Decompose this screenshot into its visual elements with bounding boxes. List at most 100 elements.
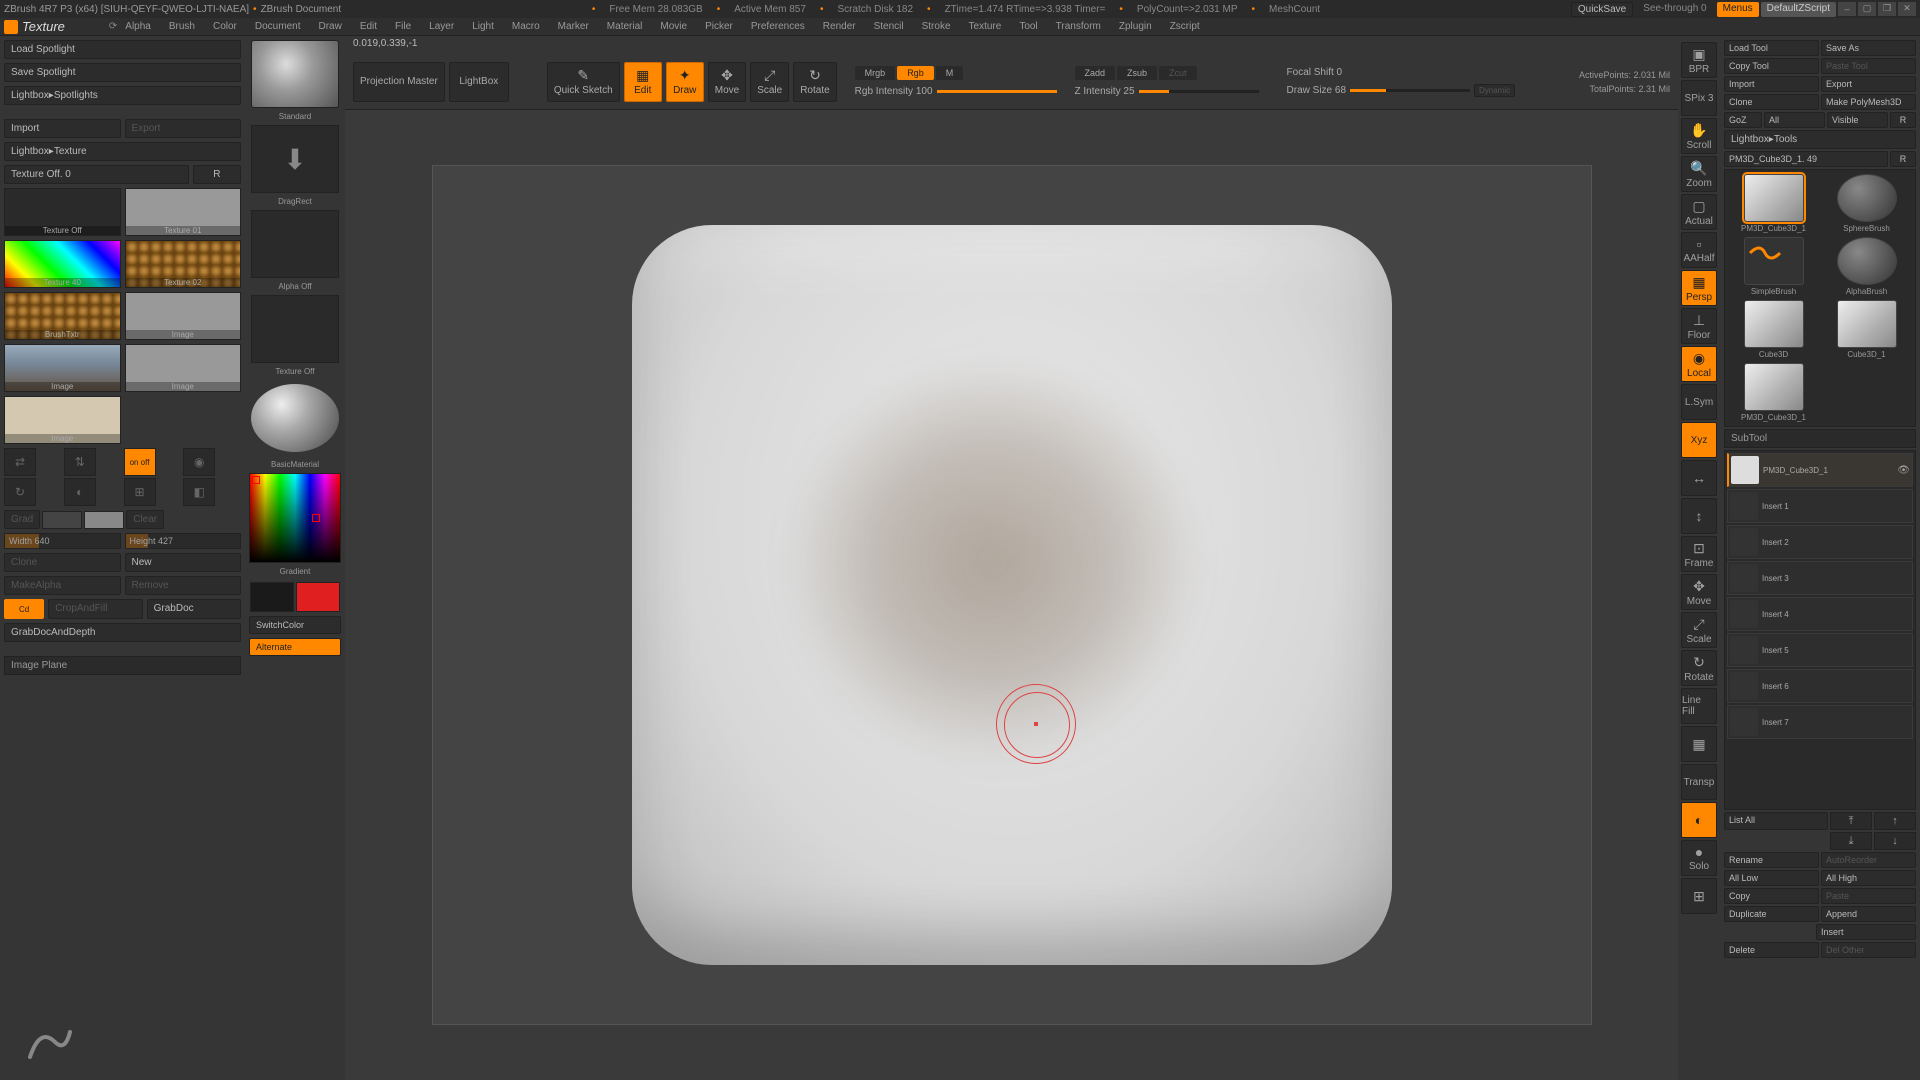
rotate-icon[interactable]: ↻	[4, 478, 36, 506]
goz-all-button[interactable]: All	[1764, 112, 1825, 128]
tool-clone-button[interactable]: Clone	[1724, 94, 1819, 110]
texture-thumb[interactable]: Texture Off	[4, 188, 121, 236]
grabdocdepth-button[interactable]: GrabDocAndDepth	[4, 623, 241, 642]
texture-r-button[interactable]: R	[193, 165, 241, 184]
goz-r-button[interactable]: R	[1890, 112, 1916, 128]
tool-export-button[interactable]: Export	[1821, 76, 1916, 92]
del-other-button[interactable]: Del Other	[1821, 942, 1916, 958]
autoreorder-button[interactable]: AutoReorder	[1821, 852, 1916, 868]
alpha-thumb[interactable]	[251, 210, 339, 278]
ghost-button[interactable]: ◐	[1681, 802, 1717, 838]
quicksketch-button[interactable]: ✎Quick Sketch	[547, 62, 620, 102]
actual-button[interactable]: ▢Actual	[1681, 194, 1717, 230]
tool-item[interactable]	[1837, 300, 1897, 348]
insert-button[interactable]: Insert	[1816, 924, 1916, 940]
duplicate-button[interactable]: Duplicate	[1724, 906, 1819, 922]
subtool-header[interactable]: SubTool	[1724, 429, 1916, 448]
menu-zplugin[interactable]: Zplugin	[1111, 19, 1160, 34]
tool-item[interactable]	[1744, 174, 1804, 222]
tool-item[interactable]	[1837, 237, 1897, 285]
menu-light[interactable]: Light	[464, 19, 502, 34]
adjust-icon[interactable]: ◧	[183, 478, 215, 506]
menu-macro[interactable]: Macro	[504, 19, 548, 34]
default-zscript[interactable]: DefaultZScript	[1761, 2, 1836, 17]
menu-color[interactable]: Color	[205, 19, 245, 34]
make-polymesh-button[interactable]: Make PolyMesh3D	[1821, 94, 1916, 110]
see-through-slider[interactable]: See-through 0	[1635, 2, 1714, 17]
symmetry-x-button[interactable]: ↔	[1681, 460, 1717, 496]
subtool-item[interactable]: Insert 7	[1727, 705, 1913, 739]
tool-item[interactable]	[1744, 237, 1804, 285]
new-button[interactable]: New	[125, 553, 242, 572]
tool-item[interactable]	[1744, 363, 1804, 411]
menu-file[interactable]: File	[387, 19, 419, 34]
height-slider[interactable]: Height 427	[125, 533, 242, 549]
zsub-button[interactable]: Zsub	[1117, 66, 1157, 80]
grad-main-swatch[interactable]	[84, 511, 124, 529]
move-down-bottom-icon[interactable]: ⤓	[1830, 832, 1872, 850]
menu-edit[interactable]: Edit	[352, 19, 385, 34]
rename-button[interactable]: Rename	[1724, 852, 1819, 868]
current-texture[interactable]: Texture Off. 0	[4, 165, 189, 184]
close-icon[interactable]: ✕	[1898, 2, 1916, 16]
symmetry-y-button[interactable]: ↕	[1681, 498, 1717, 534]
frame-button[interactable]: ⊡Frame	[1681, 536, 1717, 572]
texture-thumb[interactable]: Texture 40	[4, 240, 121, 288]
nav-move-button[interactable]: ✥Move	[1681, 574, 1717, 610]
flip-h-icon[interactable]: ⇄	[4, 448, 36, 476]
grad-button[interactable]: Grad	[4, 510, 40, 529]
edit-button[interactable]: ▦Edit	[624, 62, 662, 102]
texture-thumb[interactable]: Texture 01	[125, 188, 242, 236]
dynamic-button[interactable]: Dynamic	[1474, 84, 1515, 97]
copy-tool-button[interactable]: Copy Tool	[1724, 58, 1819, 74]
focal-shift-slider[interactable]: Focal Shift 0	[1287, 67, 1516, 78]
grad-sec-swatch[interactable]	[42, 511, 82, 529]
lightbox-tools-button[interactable]: Lightbox▸Tools	[1724, 130, 1916, 149]
list-all-button[interactable]: List All	[1724, 812, 1828, 830]
cropandfill-button[interactable]: CropAndFill	[48, 599, 142, 619]
menus-toggle[interactable]: Menus	[1717, 2, 1759, 17]
subtool-item[interactable]: Insert 5	[1727, 633, 1913, 667]
maximize-icon[interactable]: ▢	[1858, 2, 1876, 16]
paste-tool-button[interactable]: Paste Tool	[1821, 58, 1916, 74]
texture-thumb[interactable]: BrushTxtr	[4, 292, 121, 340]
zadd-button[interactable]: Zadd	[1075, 66, 1116, 80]
texture-thumb[interactable]: Image	[125, 292, 242, 340]
subtool-item[interactable]: Insert 6	[1727, 669, 1913, 703]
image-plane-header[interactable]: Image Plane	[4, 656, 241, 675]
draw-button[interactable]: ✦Draw	[666, 62, 704, 102]
panel-icon[interactable]	[4, 20, 18, 34]
secondary-color-swatch[interactable]	[250, 582, 294, 612]
remove-button[interactable]: Remove	[125, 576, 242, 595]
all-high-button[interactable]: All High	[1821, 870, 1916, 886]
canvas[interactable]	[432, 165, 1592, 1025]
transp-button[interactable]: Transp	[1681, 764, 1717, 800]
import-button[interactable]: Import	[4, 119, 121, 138]
scale-button[interactable]: ⤢Scale	[750, 62, 789, 102]
panel-close-icon[interactable]: ⟳	[109, 21, 117, 32]
menu-transform[interactable]: Transform	[1048, 19, 1109, 34]
alternate-button[interactable]: Alternate	[249, 638, 341, 656]
menu-stroke[interactable]: Stroke	[914, 19, 959, 34]
color-picker[interactable]	[249, 473, 341, 563]
xpose-button[interactable]: ⊞	[1681, 878, 1717, 914]
all-low-button[interactable]: All Low	[1724, 870, 1819, 886]
lightbox-button[interactable]: LightBox	[449, 62, 509, 102]
gradient-label[interactable]: Gradient	[280, 567, 311, 576]
menu-zscript[interactable]: Zscript	[1162, 19, 1208, 34]
clone-button[interactable]: Clone	[4, 553, 121, 572]
append-button[interactable]: Append	[1821, 906, 1916, 922]
menu-picker[interactable]: Picker	[697, 19, 741, 34]
nav-scale-button[interactable]: ⤢Scale	[1681, 612, 1717, 648]
goz-visible-button[interactable]: Visible	[1827, 112, 1888, 128]
mrgb-button[interactable]: Mrgb	[855, 66, 896, 80]
tool-r-button[interactable]: R	[1890, 151, 1916, 167]
makealpha-button[interactable]: MakeAlpha	[4, 576, 121, 595]
solo-button[interactable]: ●Solo	[1681, 840, 1717, 876]
spotlight-add-icon[interactable]: ◉	[183, 448, 215, 476]
clear-button[interactable]: Clear	[126, 510, 164, 529]
texture-thumb[interactable]: Image	[4, 344, 121, 392]
texture-thumb[interactable]: Texture 02	[125, 240, 242, 288]
move-up-top-icon[interactable]: ⤒	[1830, 812, 1872, 830]
quicksave-button[interactable]: QuickSave	[1571, 2, 1633, 17]
